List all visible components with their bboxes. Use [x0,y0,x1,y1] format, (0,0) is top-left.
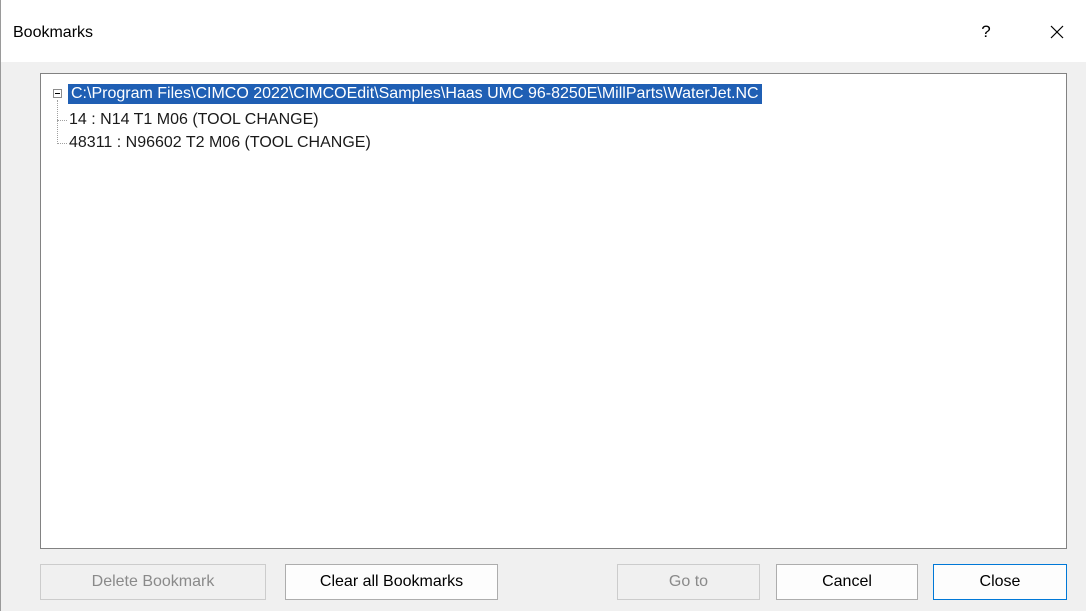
go-to-button[interactable]: Go to [617,564,760,600]
bookmark-label[interactable]: 48311 : N96602 T2 M06 (TOOL CHANGE) [69,134,371,152]
help-icon: ? [981,22,991,41]
tree-root-label[interactable]: C:\Program Files\CIMCO 2022\CIMCOEdit\Sa… [68,83,762,104]
close-button[interactable]: Close [933,564,1067,600]
bookmarks-dialog: Bookmarks ? C:\Program Files\CIMCO 2022\… [0,0,1086,611]
close-window-button[interactable] [1039,14,1075,50]
collapse-icon[interactable] [53,89,62,98]
cancel-button[interactable]: Cancel [776,564,918,600]
tree-root-item[interactable]: C:\Program Files\CIMCO 2022\CIMCOEdit\Sa… [53,83,762,104]
window-title: Bookmarks [13,24,94,41]
tree-child-item[interactable]: 14 : N14 T1 M06 (TOOL CHANGE) [57,110,319,130]
tree-child-item[interactable]: 48311 : N96602 T2 M06 (TOOL CHANGE) [57,133,371,153]
help-button[interactable]: ? [968,14,1004,50]
tree-branch-line [57,119,67,121]
close-icon [1050,25,1064,39]
tree-branch-line [57,142,67,144]
title-bar: Bookmarks ? [1,0,1086,62]
delete-bookmark-button[interactable]: Delete Bookmark [40,564,266,600]
bookmark-label[interactable]: 14 : N14 T1 M06 (TOOL CHANGE) [69,111,319,129]
clear-all-bookmarks-button[interactable]: Clear all Bookmarks [285,564,498,600]
bookmark-tree[interactable]: C:\Program Files\CIMCO 2022\CIMCOEdit\Sa… [40,73,1067,549]
